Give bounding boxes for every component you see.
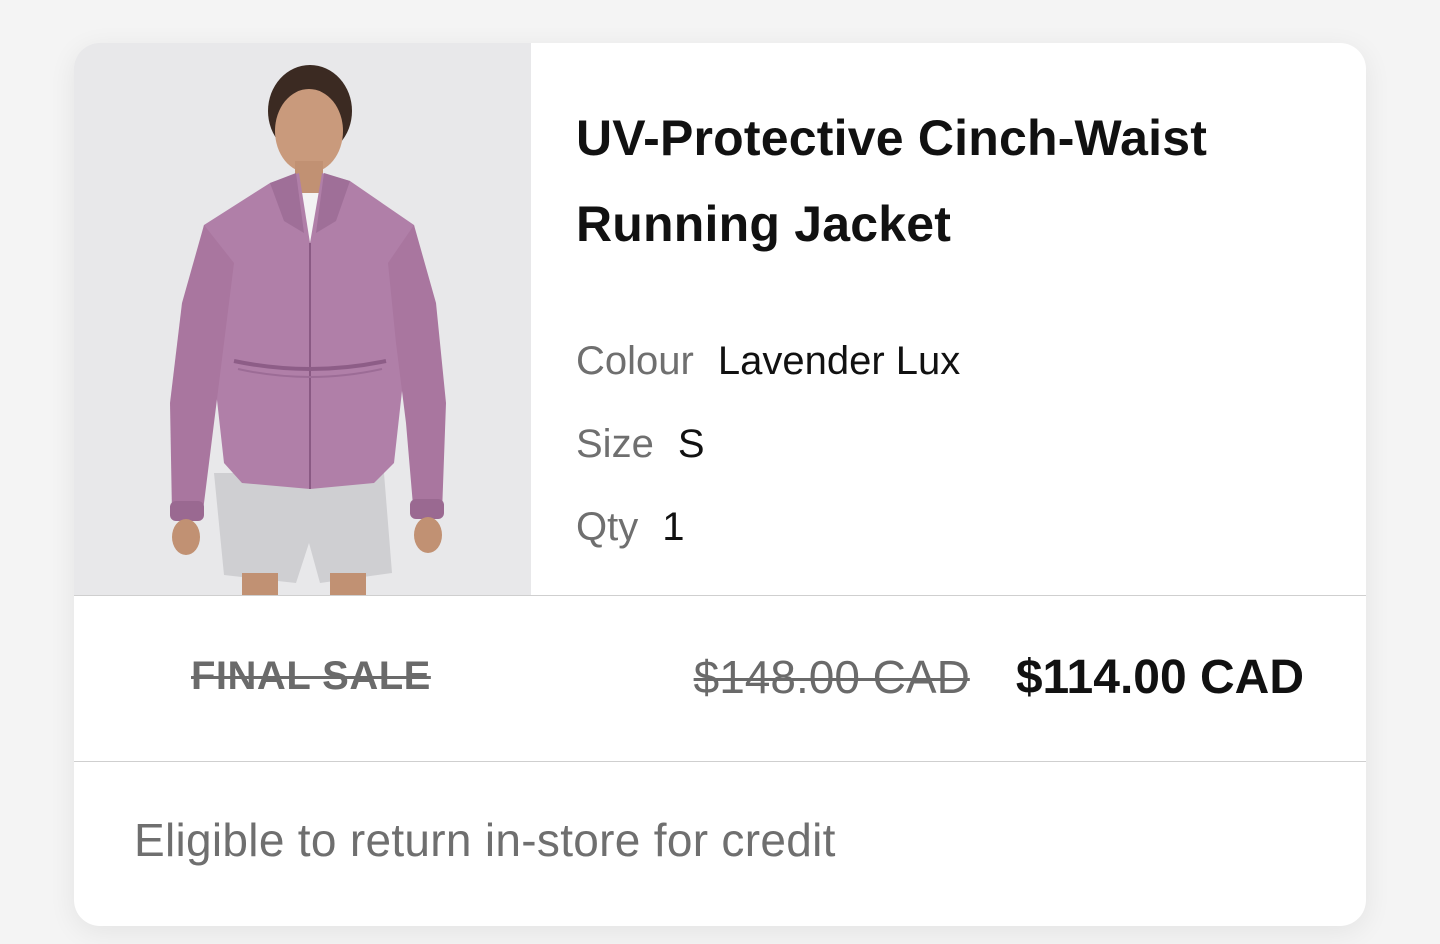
final-sale-label: FINAL SALE (191, 654, 431, 698)
cart-item-card: UV-Protective Cinch-Waist Running Jacket… (74, 43, 1366, 926)
product-title[interactable]: UV-Protective Cinch-Waist Running Jacket (576, 95, 1336, 267)
return-eligibility-note: Eligible to return in-store for credit (134, 814, 836, 866)
product-image[interactable] (74, 43, 531, 595)
original-price: $148.00 CAD (693, 651, 970, 703)
product-attributes: Colour Lavender Lux Size S Qty 1 (576, 335, 960, 584)
product-photo-illustration (74, 43, 531, 595)
attribute-value: 1 (662, 505, 685, 549)
attribute-value: Lavender Lux (717, 339, 961, 383)
divider (74, 761, 1366, 762)
attribute-size: Size S (576, 418, 960, 501)
sale-price: $114.00 CAD (1015, 651, 1304, 704)
attribute-value: S (677, 422, 705, 466)
attribute-colour: Colour Lavender Lux (576, 335, 960, 418)
attribute-label: Qty (576, 505, 639, 549)
attribute-label: Size (576, 422, 654, 466)
prices: $148.00 CAD $114.00 CAD (694, 650, 1304, 705)
product-summary: UV-Protective Cinch-Waist Running Jacket… (74, 43, 1366, 595)
attribute-label: Colour (576, 339, 694, 383)
price-row: FINAL SALE $148.00 CAD $114.00 CAD (74, 596, 1366, 760)
product-info: UV-Protective Cinch-Waist Running Jacket… (576, 95, 1336, 549)
attribute-qty: Qty 1 (576, 501, 960, 584)
